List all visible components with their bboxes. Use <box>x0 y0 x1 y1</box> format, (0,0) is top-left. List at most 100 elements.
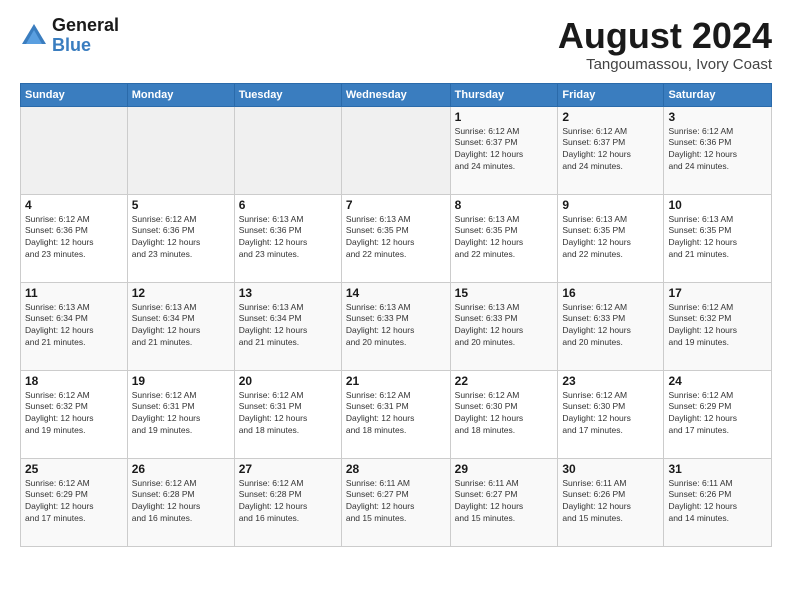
day-number: 23 <box>562 374 659 388</box>
day-number: 25 <box>25 462 123 476</box>
calendar-day-header: Monday <box>127 83 234 106</box>
calendar-day-cell: 15Sunrise: 6:13 AM Sunset: 6:33 PM Dayli… <box>450 282 558 370</box>
day-info: Sunrise: 6:13 AM Sunset: 6:35 PM Dayligh… <box>346 214 446 262</box>
day-number: 26 <box>132 462 230 476</box>
day-info: Sunrise: 6:12 AM Sunset: 6:36 PM Dayligh… <box>668 126 767 174</box>
day-info: Sunrise: 6:12 AM Sunset: 6:32 PM Dayligh… <box>25 390 123 438</box>
day-info: Sunrise: 6:12 AM Sunset: 6:31 PM Dayligh… <box>132 390 230 438</box>
day-info: Sunrise: 6:11 AM Sunset: 6:26 PM Dayligh… <box>562 478 659 526</box>
calendar-day-cell: 26 Sunrise: 6:12 AM Sunset: 6:28 PM Dayli… <box>127 458 234 546</box>
day-number: 27 <box>239 462 337 476</box>
day-number: 31 <box>668 462 767 476</box>
day-info: Sunrise: 6:12 AM Sunset: 6:29 PM Dayligh… <box>668 390 767 438</box>
calendar-day-cell <box>21 106 128 194</box>
calendar-day-cell: 28 Sunrise: 6:11 AM Sunset: 6:27 PM Dayli… <box>341 458 450 546</box>
calendar-day-cell: 7 Sunrise: 6:13 AM Sunset: 6:35 PM Daylig… <box>341 194 450 282</box>
day-info: Sunrise: 6:12 AM Sunset: 6:28 PM Dayligh… <box>239 478 337 526</box>
calendar-day-cell: 18 Sunrise: 6:12 AM Sunset: 6:32 PM Dayli… <box>21 370 128 458</box>
day-info: Sunrise: 6:12 AM Sunset: 6:36 PM Dayligh… <box>132 214 230 262</box>
calendar-day-header: Wednesday <box>341 83 450 106</box>
calendar-day-cell <box>341 106 450 194</box>
calendar-day-cell: 31 Sunrise: 6:11 AM Sunset: 6:26 PM Dayli… <box>664 458 772 546</box>
logo-text: General Blue <box>52 16 119 56</box>
day-number: 21 <box>346 374 446 388</box>
calendar-day-header: Thursday <box>450 83 558 106</box>
day-info: Sunrise: 6:13 AM Sunset: 6:34 PM Dayligh… <box>132 302 230 350</box>
calendar-week-row: 18 Sunrise: 6:12 AM Sunset: 6:32 PM Dayli… <box>21 370 772 458</box>
calendar-day-cell: 30 Sunrise: 6:11 AM Sunset: 6:26 PM Dayli… <box>558 458 664 546</box>
calendar-day-header: Tuesday <box>234 83 341 106</box>
calendar-day-header: Friday <box>558 83 664 106</box>
calendar-day-cell: 22Sunrise: 6:12 AM Sunset: 6:30 PM Dayli… <box>450 370 558 458</box>
day-number: 30 <box>562 462 659 476</box>
calendar-week-row: 1 Sunrise: 6:12 AM Sunset: 6:37 PM Daylig… <box>21 106 772 194</box>
day-number: 12 <box>132 286 230 300</box>
day-number: 10 <box>668 198 767 212</box>
day-info: Sunrise: 6:13 AM Sunset: 6:36 PM Dayligh… <box>239 214 337 262</box>
calendar-day-cell: 5Sunrise: 6:12 AM Sunset: 6:36 PM Daylig… <box>127 194 234 282</box>
calendar-day-cell <box>234 106 341 194</box>
page: General Blue August 2024 Tangoumassou, I… <box>0 0 792 612</box>
header: General Blue August 2024 Tangoumassou, I… <box>20 16 772 73</box>
day-info: Sunrise: 6:11 AM Sunset: 6:27 PM Dayligh… <box>346 478 446 526</box>
day-info: Sunrise: 6:13 AM Sunset: 6:34 PM Dayligh… <box>239 302 337 350</box>
day-number: 20 <box>239 374 337 388</box>
calendar-week-row: 25 Sunrise: 6:12 AM Sunset: 6:29 PM Dayli… <box>21 458 772 546</box>
day-info: Sunrise: 6:11 AM Sunset: 6:27 PM Dayligh… <box>455 478 554 526</box>
day-info: Sunrise: 6:12 AM Sunset: 6:32 PM Dayligh… <box>668 302 767 350</box>
logo-blue: Blue <box>52 36 119 56</box>
day-number: 3 <box>668 110 767 124</box>
day-number: 17 <box>668 286 767 300</box>
day-info: Sunrise: 6:12 AM Sunset: 6:33 PM Dayligh… <box>562 302 659 350</box>
calendar-week-row: 4 Sunrise: 6:12 AM Sunset: 6:36 PM Daylig… <box>21 194 772 282</box>
calendar-day-header: Sunday <box>21 83 128 106</box>
calendar-day-cell: 10Sunrise: 6:13 AM Sunset: 6:35 PM Dayli… <box>664 194 772 282</box>
day-info: Sunrise: 6:12 AM Sunset: 6:28 PM Dayligh… <box>132 478 230 526</box>
calendar-day-cell <box>127 106 234 194</box>
day-number: 22 <box>455 374 554 388</box>
day-number: 28 <box>346 462 446 476</box>
calendar-day-cell: 27 Sunrise: 6:12 AM Sunset: 6:28 PM Dayli… <box>234 458 341 546</box>
day-info: Sunrise: 6:13 AM Sunset: 6:33 PM Dayligh… <box>346 302 446 350</box>
day-info: Sunrise: 6:12 AM Sunset: 6:37 PM Dayligh… <box>455 126 554 174</box>
day-info: Sunrise: 6:13 AM Sunset: 6:34 PM Dayligh… <box>25 302 123 350</box>
calendar-day-cell: 6Sunrise: 6:13 AM Sunset: 6:36 PM Daylig… <box>234 194 341 282</box>
calendar-day-cell: 21 Sunrise: 6:12 AM Sunset: 6:31 PM Dayli… <box>341 370 450 458</box>
calendar-day-cell: 23 Sunrise: 6:12 AM Sunset: 6:30 PM Dayli… <box>558 370 664 458</box>
calendar-header-row: SundayMondayTuesdayWednesdayThursdayFrid… <box>21 83 772 106</box>
day-info: Sunrise: 6:12 AM Sunset: 6:31 PM Dayligh… <box>346 390 446 438</box>
day-info: Sunrise: 6:12 AM Sunset: 6:37 PM Dayligh… <box>562 126 659 174</box>
day-number: 11 <box>25 286 123 300</box>
day-number: 14 <box>346 286 446 300</box>
day-number: 1 <box>455 110 554 124</box>
day-info: Sunrise: 6:13 AM Sunset: 6:35 PM Dayligh… <box>455 214 554 262</box>
day-info: Sunrise: 6:11 AM Sunset: 6:26 PM Dayligh… <box>668 478 767 526</box>
location: Tangoumassou, Ivory Coast <box>558 56 772 73</box>
title-section: August 2024 Tangoumassou, Ivory Coast <box>558 16 772 73</box>
logo-general: General <box>52 16 119 36</box>
day-info: Sunrise: 6:12 AM Sunset: 6:30 PM Dayligh… <box>562 390 659 438</box>
calendar-day-cell: 9Sunrise: 6:13 AM Sunset: 6:35 PM Daylig… <box>558 194 664 282</box>
calendar-week-row: 11 Sunrise: 6:13 AM Sunset: 6:34 PM Dayli… <box>21 282 772 370</box>
calendar-day-cell: 2 Sunrise: 6:12 AM Sunset: 6:37 PM Daylig… <box>558 106 664 194</box>
calendar-day-cell: 14 Sunrise: 6:13 AM Sunset: 6:33 PM Dayli… <box>341 282 450 370</box>
calendar-day-cell: 1 Sunrise: 6:12 AM Sunset: 6:37 PM Daylig… <box>450 106 558 194</box>
calendar-day-cell: 8 Sunrise: 6:13 AM Sunset: 6:35 PM Daylig… <box>450 194 558 282</box>
day-number: 8 <box>455 198 554 212</box>
day-number: 2 <box>562 110 659 124</box>
calendar-day-cell: 17 Sunrise: 6:12 AM Sunset: 6:32 PM Dayli… <box>664 282 772 370</box>
day-number: 19 <box>132 374 230 388</box>
logo: General Blue <box>20 16 119 56</box>
calendar-day-cell: 4Sunrise: 6:12 AM Sunset: 6:36 PM Daylig… <box>21 194 128 282</box>
day-number: 15 <box>455 286 554 300</box>
day-number: 24 <box>668 374 767 388</box>
day-number: 18 <box>25 374 123 388</box>
calendar-table: SundayMondayTuesdayWednesdayThursdayFrid… <box>20 83 772 547</box>
day-info: Sunrise: 6:12 AM Sunset: 6:31 PM Dayligh… <box>239 390 337 438</box>
calendar-day-cell: 20 Sunrise: 6:12 AM Sunset: 6:31 PM Dayli… <box>234 370 341 458</box>
day-number: 4 <box>25 198 123 212</box>
day-info: Sunrise: 6:12 AM Sunset: 6:29 PM Dayligh… <box>25 478 123 526</box>
day-number: 29 <box>455 462 554 476</box>
calendar-day-cell: 24 Sunrise: 6:12 AM Sunset: 6:29 PM Dayli… <box>664 370 772 458</box>
day-number: 7 <box>346 198 446 212</box>
